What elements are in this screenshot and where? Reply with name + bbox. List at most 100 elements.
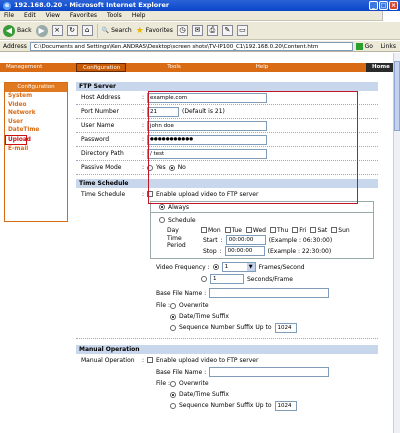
scrollbar-thumb[interactable] [394,61,400,131]
menu-favorites[interactable]: Favorites [70,11,97,20]
user-row: User Name : john doe [76,119,378,133]
host-row: Host Address : example.com [76,91,378,105]
toolbar-separator [96,23,98,38]
schedule-mode-box: Always Schedule Day Mon Tue Wed Thu Fri [150,201,374,259]
period-label: Time Period [167,235,186,249]
menu-edit[interactable]: Edit [24,11,36,20]
print-icon[interactable]: ⎙ [206,25,218,36]
links-label[interactable]: Links [381,43,400,50]
go-button[interactable]: Go [355,42,378,50]
port-default-note: (Default is 21) [182,108,225,115]
manual-datetime-suffix-radio[interactable] [170,391,176,398]
day-mon-checkbox[interactable] [201,227,207,233]
user-input[interactable]: john doe [147,120,267,131]
user-label: User Name [81,122,115,129]
directory-row: Directory Path : / test [76,147,378,161]
sidebar-item-network[interactable]: Network [5,109,67,118]
manual-sequence-max-input[interactable]: 1024 [274,400,297,411]
forward-button[interactable]: ▶ [35,24,48,37]
schedule-radio[interactable] [159,217,165,223]
stop-time-input[interactable]: 00:00:00 [224,246,265,256]
manual-base-file-row: Base File Name : [156,366,378,378]
directory-input[interactable]: / test [147,148,267,159]
schedule-enable-checkbox[interactable] [147,191,153,197]
day-sun-checkbox[interactable] [331,227,338,233]
back-button[interactable]: ◀ Back [3,24,32,37]
minimize-icon[interactable]: _ [369,1,378,10]
schedule-section-title: Time Schedule [76,179,378,188]
star-icon: ★ [135,25,144,36]
overwrite-radio[interactable] [170,302,176,309]
sidebar-item-user[interactable]: User [5,118,67,127]
nav-tools[interactable]: Tools [126,63,222,72]
nav-management[interactable]: Management [0,63,76,72]
schedule-options: Always Schedule Day Mon Tue Wed Thu Fri [76,201,378,339]
password-row: Password : ●●●●●●●●●●● [76,133,378,147]
day-fri-checkbox[interactable] [292,227,299,233]
fps-radio[interactable] [212,264,219,270]
passive-yes-radio[interactable] [147,164,153,171]
menu-file[interactable]: File [4,11,14,20]
sidebar-item-upload[interactable]: Upload [5,134,31,145]
always-radio[interactable] [159,204,165,210]
vertical-scrollbar[interactable] [393,53,400,433]
nav-home[interactable]: Home [366,63,393,72]
home-icon[interactable]: ⌂ [81,25,93,36]
edit-icon[interactable]: ✎ [221,25,233,36]
spf-radio[interactable] [201,276,207,282]
manual-enable-checkbox[interactable] [147,357,153,363]
schedule-enable-label: Enable upload video to FTP server [156,190,259,198]
day-tue-checkbox[interactable] [224,227,231,233]
sequence-suffix-label: Sequence Number Suffix Up to [179,324,272,331]
manual-options: Base File Name : File : Overwrite Date/T… [76,366,378,411]
day-thu-checkbox[interactable] [270,227,276,233]
favorites-button[interactable]: ★ Favorites [136,26,173,36]
spf-input[interactable]: 1 [210,274,244,284]
fps-unit: Frames/Second [258,263,305,271]
host-input[interactable]: example.com [147,92,267,103]
menu-view[interactable]: View [46,11,60,20]
passive-no-radio[interactable] [168,164,175,171]
refresh-icon[interactable]: ↻ [66,25,78,36]
folder-icon[interactable]: ▭ [236,25,248,36]
overwrite-label: Overwrite [179,302,209,309]
password-input[interactable]: ●●●●●●●●●●● [147,134,267,145]
start-time-input[interactable]: 00:00:00 [225,235,266,245]
sidebar-item-system[interactable]: System [5,92,67,101]
close-icon[interactable]: × [389,1,398,10]
sequence-max-input[interactable]: 1024 [274,322,297,333]
datetime-suffix-radio[interactable] [170,313,176,320]
base-file-label: Base File Name : [156,289,207,297]
search-button[interactable]: 🔍 Search [102,27,132,34]
sequence-suffix-radio[interactable] [170,324,176,331]
search-label: Search [111,27,132,34]
manual-base-file-input[interactable] [209,367,330,377]
nav-configuration[interactable]: Configuration [76,63,126,72]
mail-icon[interactable]: ✉ [191,25,203,36]
nav-help[interactable]: Help [222,63,302,72]
manual-sequence-suffix-radio[interactable] [170,402,176,409]
day-wed-checkbox[interactable] [245,227,252,233]
port-input[interactable]: 21 [147,106,179,117]
port-label: Port Number [81,108,119,115]
history-icon[interactable]: ◷ [176,25,188,36]
manual-overwrite-radio[interactable] [170,380,176,387]
day-sat-checkbox[interactable] [310,227,317,233]
sidebar-item-video[interactable]: Video [5,101,67,110]
fps-select[interactable]: 1 ▼ [221,262,256,272]
browser-toolbar: ◀ Back ▶ × ↻ ⌂ 🔍 Search ★ Favorites ◷ ✉ … [0,22,400,40]
base-file-input[interactable] [209,288,330,298]
period-row: Time Period Start: 00:00:00 (Example : 0… [167,235,333,256]
sidebar-item-email[interactable]: E-mail [5,145,67,154]
datetime-suffix-label: Date/Time Suffix [179,313,229,320]
sidebar-item-datetime[interactable]: DateTime [5,126,67,135]
menu-help[interactable]: Help [132,11,146,20]
chevron-down-icon: ▼ [246,263,255,271]
always-label: Always [168,203,190,211]
window-controls: _ □ × [369,1,398,10]
stop-icon[interactable]: × [51,25,63,36]
address-input[interactable]: C:\Documents and Settings\Ken.ANDRAS\Des… [29,41,353,51]
menu-tools[interactable]: Tools [107,11,122,20]
maximize-icon[interactable]: □ [379,1,388,10]
day-wed-label: Wed [252,226,266,234]
